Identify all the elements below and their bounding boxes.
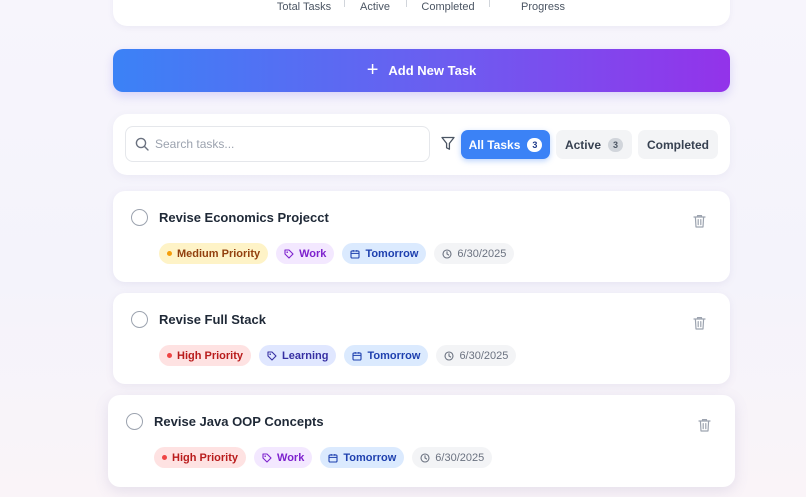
task-card: Revise Java OOP Concepts High Priority W… [108,395,735,487]
filter-bar: All Tasks 3 Active 3 Completed [113,114,730,175]
filter-active[interactable]: Active 3 [556,130,632,159]
date-label: 6/30/2025 [435,451,485,464]
date-badge: 6/30/2025 [412,447,493,468]
category-label: Learning [282,349,329,362]
tag-icon [267,350,277,361]
priority-label: Medium Priority [177,247,261,260]
calendar-icon [328,453,338,463]
priority-badge: Medium Priority [159,243,269,264]
filter-icon[interactable] [441,136,455,151]
date-label: 6/30/2025 [459,349,509,362]
stat-total-label: Total Tasks [276,1,332,13]
category-badge: Work [254,447,313,468]
category-label: Work [299,247,327,260]
task-tags: High Priority Learning Tomorrow 6/30/202… [159,345,517,366]
add-task-label: Add New Task [388,63,477,78]
task-title: Revise Java OOP Concepts [154,414,324,429]
due-label: Tomorrow [367,349,421,362]
task-title: Revise Full Stack [159,312,266,327]
filter-all-tasks[interactable]: All Tasks 3 [461,130,550,159]
due-badge: Tomorrow [344,345,429,366]
task-tags: High Priority Work Tomorrow 6/30/2025 [154,447,493,468]
stat-completed-label: Completed [421,1,475,13]
task-title: Revise Economics Projecct [159,210,329,225]
filter-count-badge: 3 [608,137,624,152]
filter-label: Active [564,137,601,152]
date-badge: 6/30/2025 [434,243,515,264]
priority-dot-icon [167,353,172,358]
filter-label: Completed [646,137,709,152]
trash-icon[interactable] [693,214,706,228]
due-badge: Tomorrow [342,243,427,264]
date-label: 6/30/2025 [457,247,507,260]
filter-completed[interactable]: Completed [638,130,718,159]
filter-count-badge: 3 [527,137,543,152]
search-box[interactable] [125,126,430,162]
stat-divider [489,0,490,7]
tag-icon [284,248,294,259]
priority-dot-icon [162,455,167,460]
clock-icon [420,452,430,463]
task-card: Revise Economics Projecct Medium Priorit… [113,191,730,282]
plus-icon: + [366,58,379,81]
clock-icon [442,248,452,259]
priority-dot-icon [167,251,172,256]
priority-label: High Priority [172,451,239,464]
calendar-icon [350,249,360,259]
priority-badge: High Priority [154,447,247,468]
stats-card: Total Tasks Active Completed Progress [113,0,730,26]
due-badge: Tomorrow [320,447,405,468]
clock-icon [444,350,454,361]
add-task-button[interactable]: + Add New Task [113,49,730,92]
category-badge: Work [276,243,335,264]
task-complete-checkbox[interactable] [126,413,143,430]
trash-icon[interactable] [693,316,706,330]
due-label: Tomorrow [343,451,397,464]
stat-active-label: Active [360,1,390,13]
category-label: Work [277,451,305,464]
task-complete-checkbox[interactable] [131,209,148,226]
task-card: Revise Full Stack High Priority Learning… [113,293,730,384]
tag-icon [262,452,272,463]
search-icon [135,137,149,151]
task-tags: Medium Priority Work Tomorrow 6/30/2025 [159,243,515,264]
due-label: Tomorrow [365,247,419,260]
task-complete-checkbox[interactable] [131,311,148,328]
trash-icon[interactable] [698,418,711,432]
search-input[interactable] [155,137,415,151]
stat-progress-label: Progress [520,1,566,13]
priority-label: High Priority [177,349,244,362]
stat-divider [406,0,407,7]
stat-divider [344,0,345,7]
category-badge: Learning [259,345,337,366]
calendar-icon [352,351,363,361]
priority-badge: High Priority [159,345,252,366]
filter-label: All Tasks [468,137,521,152]
date-badge: 6/30/2025 [436,345,517,366]
